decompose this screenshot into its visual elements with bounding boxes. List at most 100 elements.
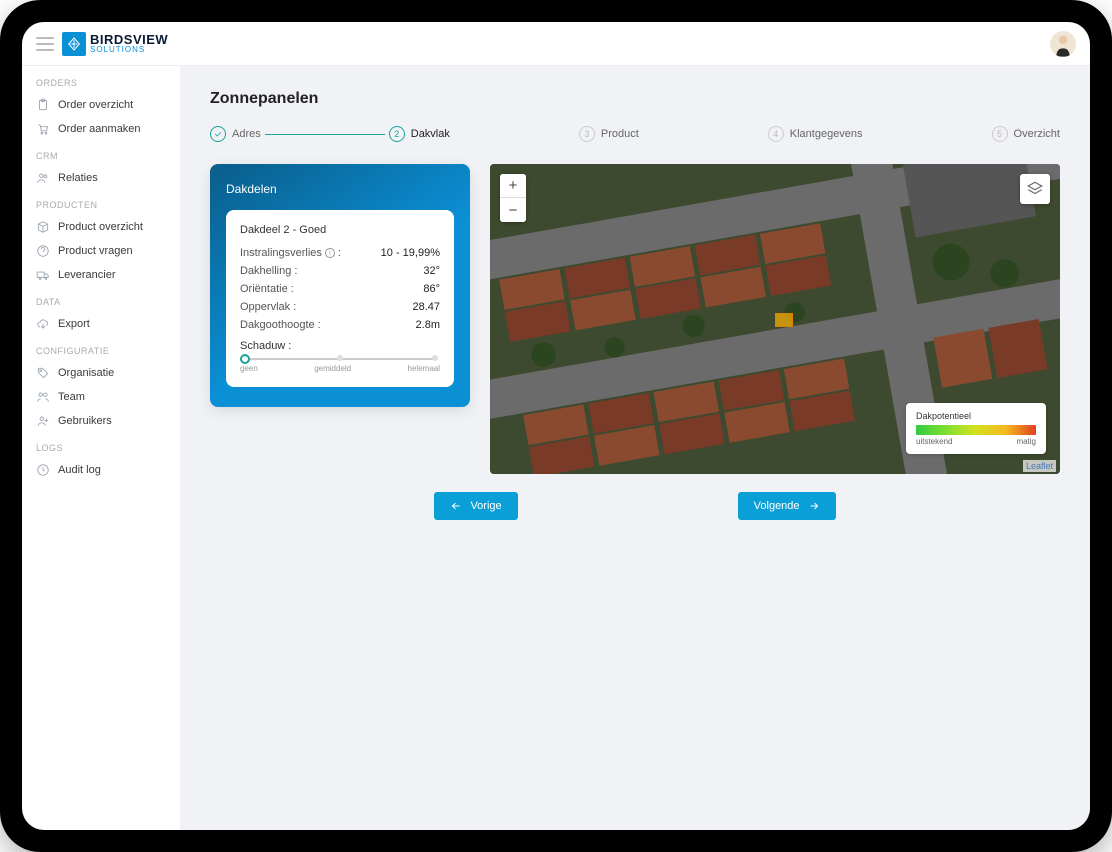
zoom-out-button[interactable]: − (500, 198, 526, 222)
logo-secondary: SOLUTIONS (90, 46, 168, 54)
sidebar-item-leverancier[interactable]: Leverancier (32, 263, 170, 287)
main-content: Zonnepanelen Adres 2 Dakvlak 3 Product (180, 66, 1090, 830)
sidebar-label: Gebruikers (58, 415, 112, 427)
map-attribution[interactable]: Leaflet (1023, 460, 1056, 472)
check-icon (210, 126, 226, 142)
page-title: Zonnepanelen (210, 90, 1060, 108)
screen: BIRDSVIEW SOLUTIONS ORDERS Order overzic… (22, 22, 1090, 830)
step-connector (265, 134, 385, 135)
step-label: Overzicht (1014, 128, 1060, 140)
kv-label: Oppervlak : (240, 301, 296, 313)
arrow-right-icon (808, 500, 820, 512)
button-label: Volgende (754, 500, 800, 512)
layers-button[interactable] (1020, 174, 1050, 204)
legend-title: Dakpotentieel (916, 411, 1036, 421)
sidebar-item-product-vragen[interactable]: Product vragen (32, 239, 170, 263)
dakdelen-card: Dakdelen Dakdeel 2 - Goed Instralingsver… (210, 164, 470, 407)
clock-icon (36, 463, 50, 477)
sidebar-label: Relaties (58, 172, 98, 184)
step-number: 4 (768, 126, 784, 142)
sidebar-item-audit-log[interactable]: Audit log (32, 458, 170, 482)
sidebar-label: Organisatie (58, 367, 114, 379)
step-overzicht[interactable]: 5 Overzicht (992, 126, 1060, 142)
card-title: Dakdelen (226, 182, 454, 196)
zoom-in-button[interactable]: + (500, 174, 526, 198)
tablet-frame: BIRDSVIEW SOLUTIONS ORDERS Order overzic… (0, 0, 1112, 852)
sidebar-label: Product vragen (58, 245, 133, 257)
kv-label: Schaduw : (240, 340, 291, 352)
sidebar-item-organisatie[interactable]: Organisatie (32, 361, 170, 385)
kv-label: Dakhelling : (240, 265, 297, 277)
sidebar-item-export[interactable]: Export (32, 312, 170, 336)
step-dakvlak[interactable]: 2 Dakvlak (389, 126, 450, 142)
cloud-icon (36, 317, 50, 331)
legend-low: uitstekend (916, 437, 952, 446)
kv-value: 2.8m (416, 319, 440, 331)
sidebar-item-gebruikers[interactable]: Gebruikers (32, 409, 170, 433)
kv-value: 28.47 (412, 301, 440, 313)
dakdeel-item[interactable]: Dakdeel 2 - Goed Instralingsverlies i : … (226, 210, 454, 387)
user-plus-icon (36, 414, 50, 428)
sidebar-header-orders: ORDERS (32, 78, 170, 88)
sidebar-item-order-overzicht[interactable]: Order overzicht (32, 93, 170, 117)
step-label: Adres (232, 128, 261, 140)
sidebar-label: Audit log (58, 464, 101, 476)
sidebar-label: Product overzicht (58, 221, 143, 233)
topbar: BIRDSVIEW SOLUTIONS (22, 22, 1090, 66)
sidebar-label: Order overzicht (58, 99, 133, 111)
sidebar-header-configuratie: CONFIGURATIE (32, 346, 170, 356)
kv-value: 32° (423, 265, 440, 277)
logo[interactable]: BIRDSVIEW SOLUTIONS (62, 32, 168, 56)
step-label: Product (601, 128, 639, 140)
dakdeel-title: Dakdeel 2 - Goed (240, 224, 440, 236)
kv-label: Oriëntatie : (240, 283, 294, 295)
step-label: Klantgegevens (790, 128, 863, 140)
sidebar: ORDERS Order overzicht Order aanmaken CR… (22, 66, 180, 830)
kv-value: 86° (423, 283, 440, 295)
kv-label: Instralingsverlies (240, 247, 322, 259)
button-label: Vorige (470, 500, 501, 512)
map-legend: Dakpotentieel uitstekend matig (906, 403, 1046, 454)
sidebar-header-data: DATA (32, 297, 170, 307)
slider-label-mid: gemiddeld (314, 364, 351, 373)
previous-button[interactable]: Vorige (434, 492, 517, 520)
package-icon (36, 220, 50, 234)
tag-icon (36, 366, 50, 380)
team-icon (36, 390, 50, 404)
step-adres[interactable]: Adres (210, 126, 261, 142)
sidebar-header-crm: CRM (32, 151, 170, 161)
schaduw-slider[interactable] (244, 358, 436, 360)
legend-high: matig (1016, 437, 1036, 446)
next-button[interactable]: Volgende (738, 492, 836, 520)
sidebar-item-product-overzicht[interactable]: Product overzicht (32, 215, 170, 239)
cart-icon (36, 122, 50, 136)
map[interactable]: + − Dakpotentieel uitstekend matig (490, 164, 1060, 474)
step-klantgegevens[interactable]: 4 Klantgegevens (768, 126, 863, 142)
kv-label: Dakgoothoogte : (240, 319, 321, 331)
truck-icon (36, 268, 50, 282)
legend-gradient (916, 425, 1036, 435)
sidebar-item-team[interactable]: Team (32, 385, 170, 409)
clipboard-icon (36, 98, 50, 112)
step-number: 2 (389, 126, 405, 142)
users-icon (36, 171, 50, 185)
avatar[interactable] (1050, 31, 1076, 57)
map-zoom-controls: + − (500, 174, 526, 222)
slider-label-low: geen (240, 364, 258, 373)
info-icon[interactable]: i (325, 248, 335, 258)
kv-value: 10 - 19,99% (381, 247, 440, 259)
stepper: Adres 2 Dakvlak 3 Product 4 Klantgegeven… (210, 126, 1060, 142)
step-product[interactable]: 3 Product (579, 126, 639, 142)
sidebar-item-relaties[interactable]: Relaties (32, 166, 170, 190)
slider-label-high: helemaal (408, 364, 440, 373)
arrow-left-icon (450, 500, 462, 512)
sidebar-header-producten: PRODUCTEN (32, 200, 170, 210)
sidebar-label: Export (58, 318, 90, 330)
sidebar-header-logs: LOGS (32, 443, 170, 453)
sidebar-item-order-aanmaken[interactable]: Order aanmaken (32, 117, 170, 141)
logo-mark-icon (62, 32, 86, 56)
roof-selection-marker[interactable] (775, 313, 793, 327)
sidebar-label: Order aanmaken (58, 123, 141, 135)
step-label: Dakvlak (411, 128, 450, 140)
hamburger-icon[interactable] (36, 37, 54, 51)
